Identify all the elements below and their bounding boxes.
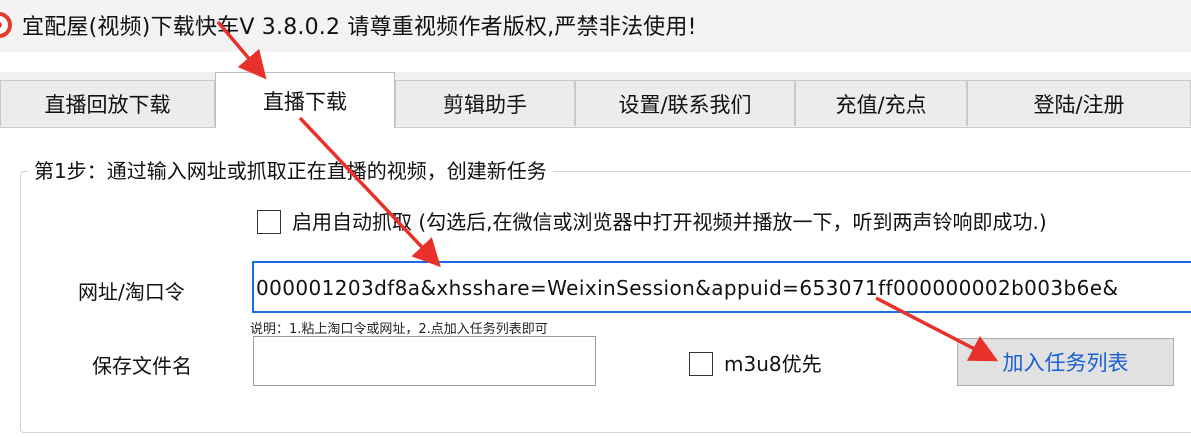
add-to-task-list-button[interactable]: 加入任务列表 xyxy=(957,338,1174,386)
tab-replay-download[interactable]: 直播回放下载 xyxy=(0,80,215,126)
window-title: 宜配屋(视频)下载快车V 3.8.0.2 请尊重视频作者版权,严禁非法使用! xyxy=(22,15,697,40)
filename-input[interactable] xyxy=(253,336,596,386)
step1-legend: 第1步：通过输入网址或抓取正在直播的视频，创建新任务 xyxy=(28,155,553,184)
app-logo-icon xyxy=(0,12,12,38)
tab-settings-contact[interactable]: 设置/联系我们 xyxy=(575,80,795,126)
tab-live-download[interactable]: 直播下载 xyxy=(215,72,395,128)
title-separator xyxy=(0,52,1191,72)
auto-capture-checkbox[interactable] xyxy=(257,210,281,234)
url-input[interactable]: 000001203df8a&xhsshare=WeixinSession&app… xyxy=(252,261,1191,313)
live-download-panel: 第1步：通过输入网址或抓取正在直播的视频，创建新任务 启用自动抓取 (勾选后,在… xyxy=(0,128,1191,437)
tab-bar: 直播回放下载 直播下载 剪辑助手 设置/联系我们 充值/充点 登陆/注册 xyxy=(0,72,1191,128)
title-bar: 宜配屋(视频)下载快车V 3.8.0.2 请尊重视频作者版权,严禁非法使用! xyxy=(0,0,1191,52)
auto-capture-label: 启用自动抓取 (勾选后,在微信或浏览器中打开视频并播放一下，听到两声铃响即成功.… xyxy=(292,210,1047,234)
m3u8-priority-checkbox[interactable] xyxy=(689,352,713,376)
tab-recharge[interactable]: 充值/充点 xyxy=(795,80,967,126)
filename-label: 保存文件名 xyxy=(92,354,192,378)
tab-edit-assistant[interactable]: 剪辑助手 xyxy=(395,80,575,126)
m3u8-priority-label: m3u8优先 xyxy=(724,352,822,376)
url-input-value: 000001203df8a&xhsshare=WeixinSession&app… xyxy=(256,276,1119,300)
url-hint: 说明：1.粘上淘口令或网址，2.点加入任务列表即可 xyxy=(250,322,548,337)
url-label: 网址/淘口令 xyxy=(78,280,185,304)
tab-login-register[interactable]: 登陆/注册 xyxy=(967,80,1191,126)
